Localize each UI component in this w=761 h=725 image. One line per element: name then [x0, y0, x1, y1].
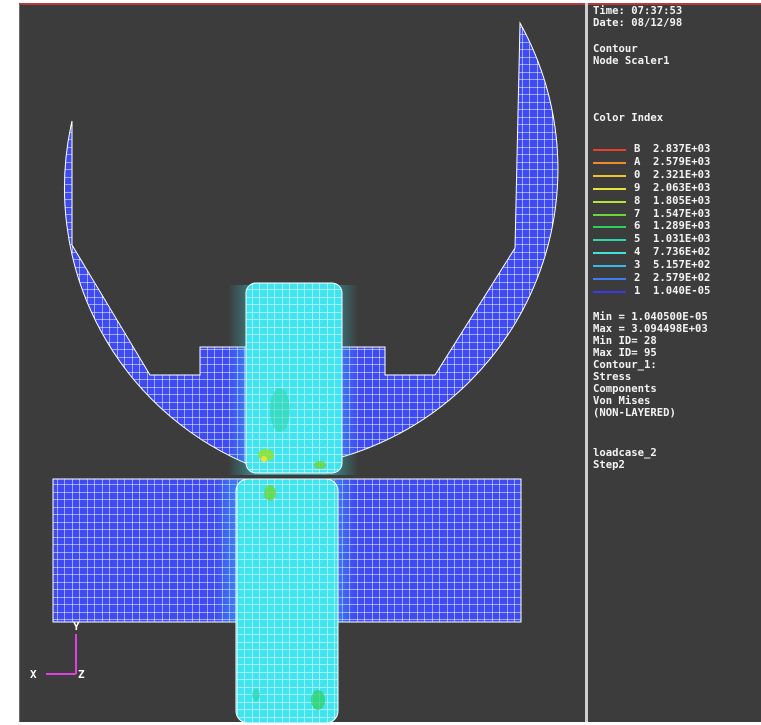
- contour-line-3: Components: [593, 383, 657, 395]
- contour-line-4: Von Mises: [593, 395, 651, 407]
- legend-value: 1.289E+03: [653, 220, 711, 233]
- legend-value: 1.805E+03: [653, 194, 711, 207]
- legend-swatch: [593, 239, 626, 242]
- axis-y-label: Y: [73, 620, 80, 633]
- legend-value: 2.579E+03: [653, 155, 711, 168]
- pin-lower: [235, 478, 339, 724]
- max-value: Max = 3.094498E+03: [593, 323, 708, 335]
- legend-value: 7.736E+02: [653, 246, 711, 259]
- legend-index: A: [634, 155, 641, 168]
- legend-swatch: [593, 200, 626, 203]
- info-panel: Time: 07:37:53 Date: 08/12/98 Contour No…: [588, 3, 761, 722]
- plot-type: Contour: [593, 43, 638, 55]
- fea-window: Y X Z Time: 07:37:53 Date: 08/12/98 Cont…: [0, 0, 761, 725]
- legend-swatch: [593, 149, 626, 151]
- legend-row: 3 5.157E+02: [593, 259, 761, 272]
- legend-value: 1.031E+03: [653, 233, 711, 246]
- legend-value: 5.157E+02: [653, 259, 711, 272]
- legend-index: 1: [634, 284, 641, 297]
- legend-swatch: [593, 187, 626, 190]
- legend-index: 5: [634, 233, 641, 246]
- pin-upper: [245, 282, 343, 474]
- legend-index: 3: [634, 259, 641, 272]
- contour-line-2: Stress: [593, 371, 632, 383]
- legend-index: 4: [634, 246, 641, 259]
- legend-index: 2: [634, 272, 641, 284]
- min-id: Min ID= 28: [593, 335, 657, 347]
- legend-index: 6: [634, 220, 641, 233]
- time-text: Time: 07:37:53: [593, 5, 683, 17]
- plot-scalar: Node Scaler1: [593, 55, 670, 67]
- legend-row: 7 1.547E+03: [593, 207, 761, 221]
- max-id: Max ID= 95: [593, 347, 657, 359]
- legend-swatch: [593, 265, 626, 268]
- legend-index: 9: [634, 181, 641, 194]
- legend-swatch: [593, 252, 626, 255]
- legend-row: 4 7.736E+02: [593, 247, 761, 259]
- legend-index: 8: [634, 194, 641, 207]
- fem-mesh-plot: Y X Z: [30, 21, 559, 724]
- legend-row: 6 1.289E+03: [593, 221, 761, 233]
- legend-value: 1.547E+03: [653, 207, 711, 220]
- contour-line-1: Contour_1:: [593, 359, 657, 371]
- legend-swatch: [593, 161, 626, 164]
- legend-title: Color Index: [593, 112, 664, 124]
- legend-value: 1.040E-05: [653, 284, 711, 297]
- step-text: Step2: [593, 459, 625, 471]
- legend-swatch: [593, 226, 626, 229]
- legend-row: 2 2.579E+02: [593, 272, 761, 285]
- legend-swatch: [593, 213, 626, 216]
- legend-index: 7: [634, 207, 641, 220]
- axis-triad: Y X Z: [30, 620, 85, 681]
- legend-row: 8 1.805E+03: [593, 194, 761, 208]
- axis-z-label: Z: [78, 668, 85, 681]
- loadcase-text: loadcase_2: [593, 447, 657, 459]
- legend-row: 1 1.040E-05: [593, 284, 761, 298]
- legend-swatch: [593, 174, 626, 177]
- legend-row: 0 2.321E+03: [593, 168, 761, 182]
- graphics-viewport[interactable]: Y X Z: [19, 3, 585, 724]
- legend-swatch: [593, 278, 626, 280]
- legend-row: A 2.579E+03: [593, 155, 761, 169]
- legend-value: 2.837E+03: [653, 143, 711, 155]
- legend-value: 2.063E+03: [653, 181, 711, 194]
- min-value: Min = 1.040500E-05: [593, 311, 708, 323]
- legend-row: 9 2.063E+03: [593, 181, 761, 195]
- legend-row: B 2.837E+03: [593, 143, 761, 156]
- legend-index: B: [634, 143, 641, 155]
- axis-x-label: X: [30, 668, 37, 681]
- legend-swatch: [593, 290, 626, 293]
- legend-value: 2.579E+02: [653, 272, 711, 284]
- date-text: Date: 08/12/98: [593, 17, 683, 29]
- legend-value: 2.321E+03: [653, 168, 711, 181]
- contour-line-5: (NON-LAYERED): [593, 407, 676, 419]
- legend-row: 5 1.031E+03: [593, 234, 761, 246]
- legend-index: 0: [634, 168, 641, 181]
